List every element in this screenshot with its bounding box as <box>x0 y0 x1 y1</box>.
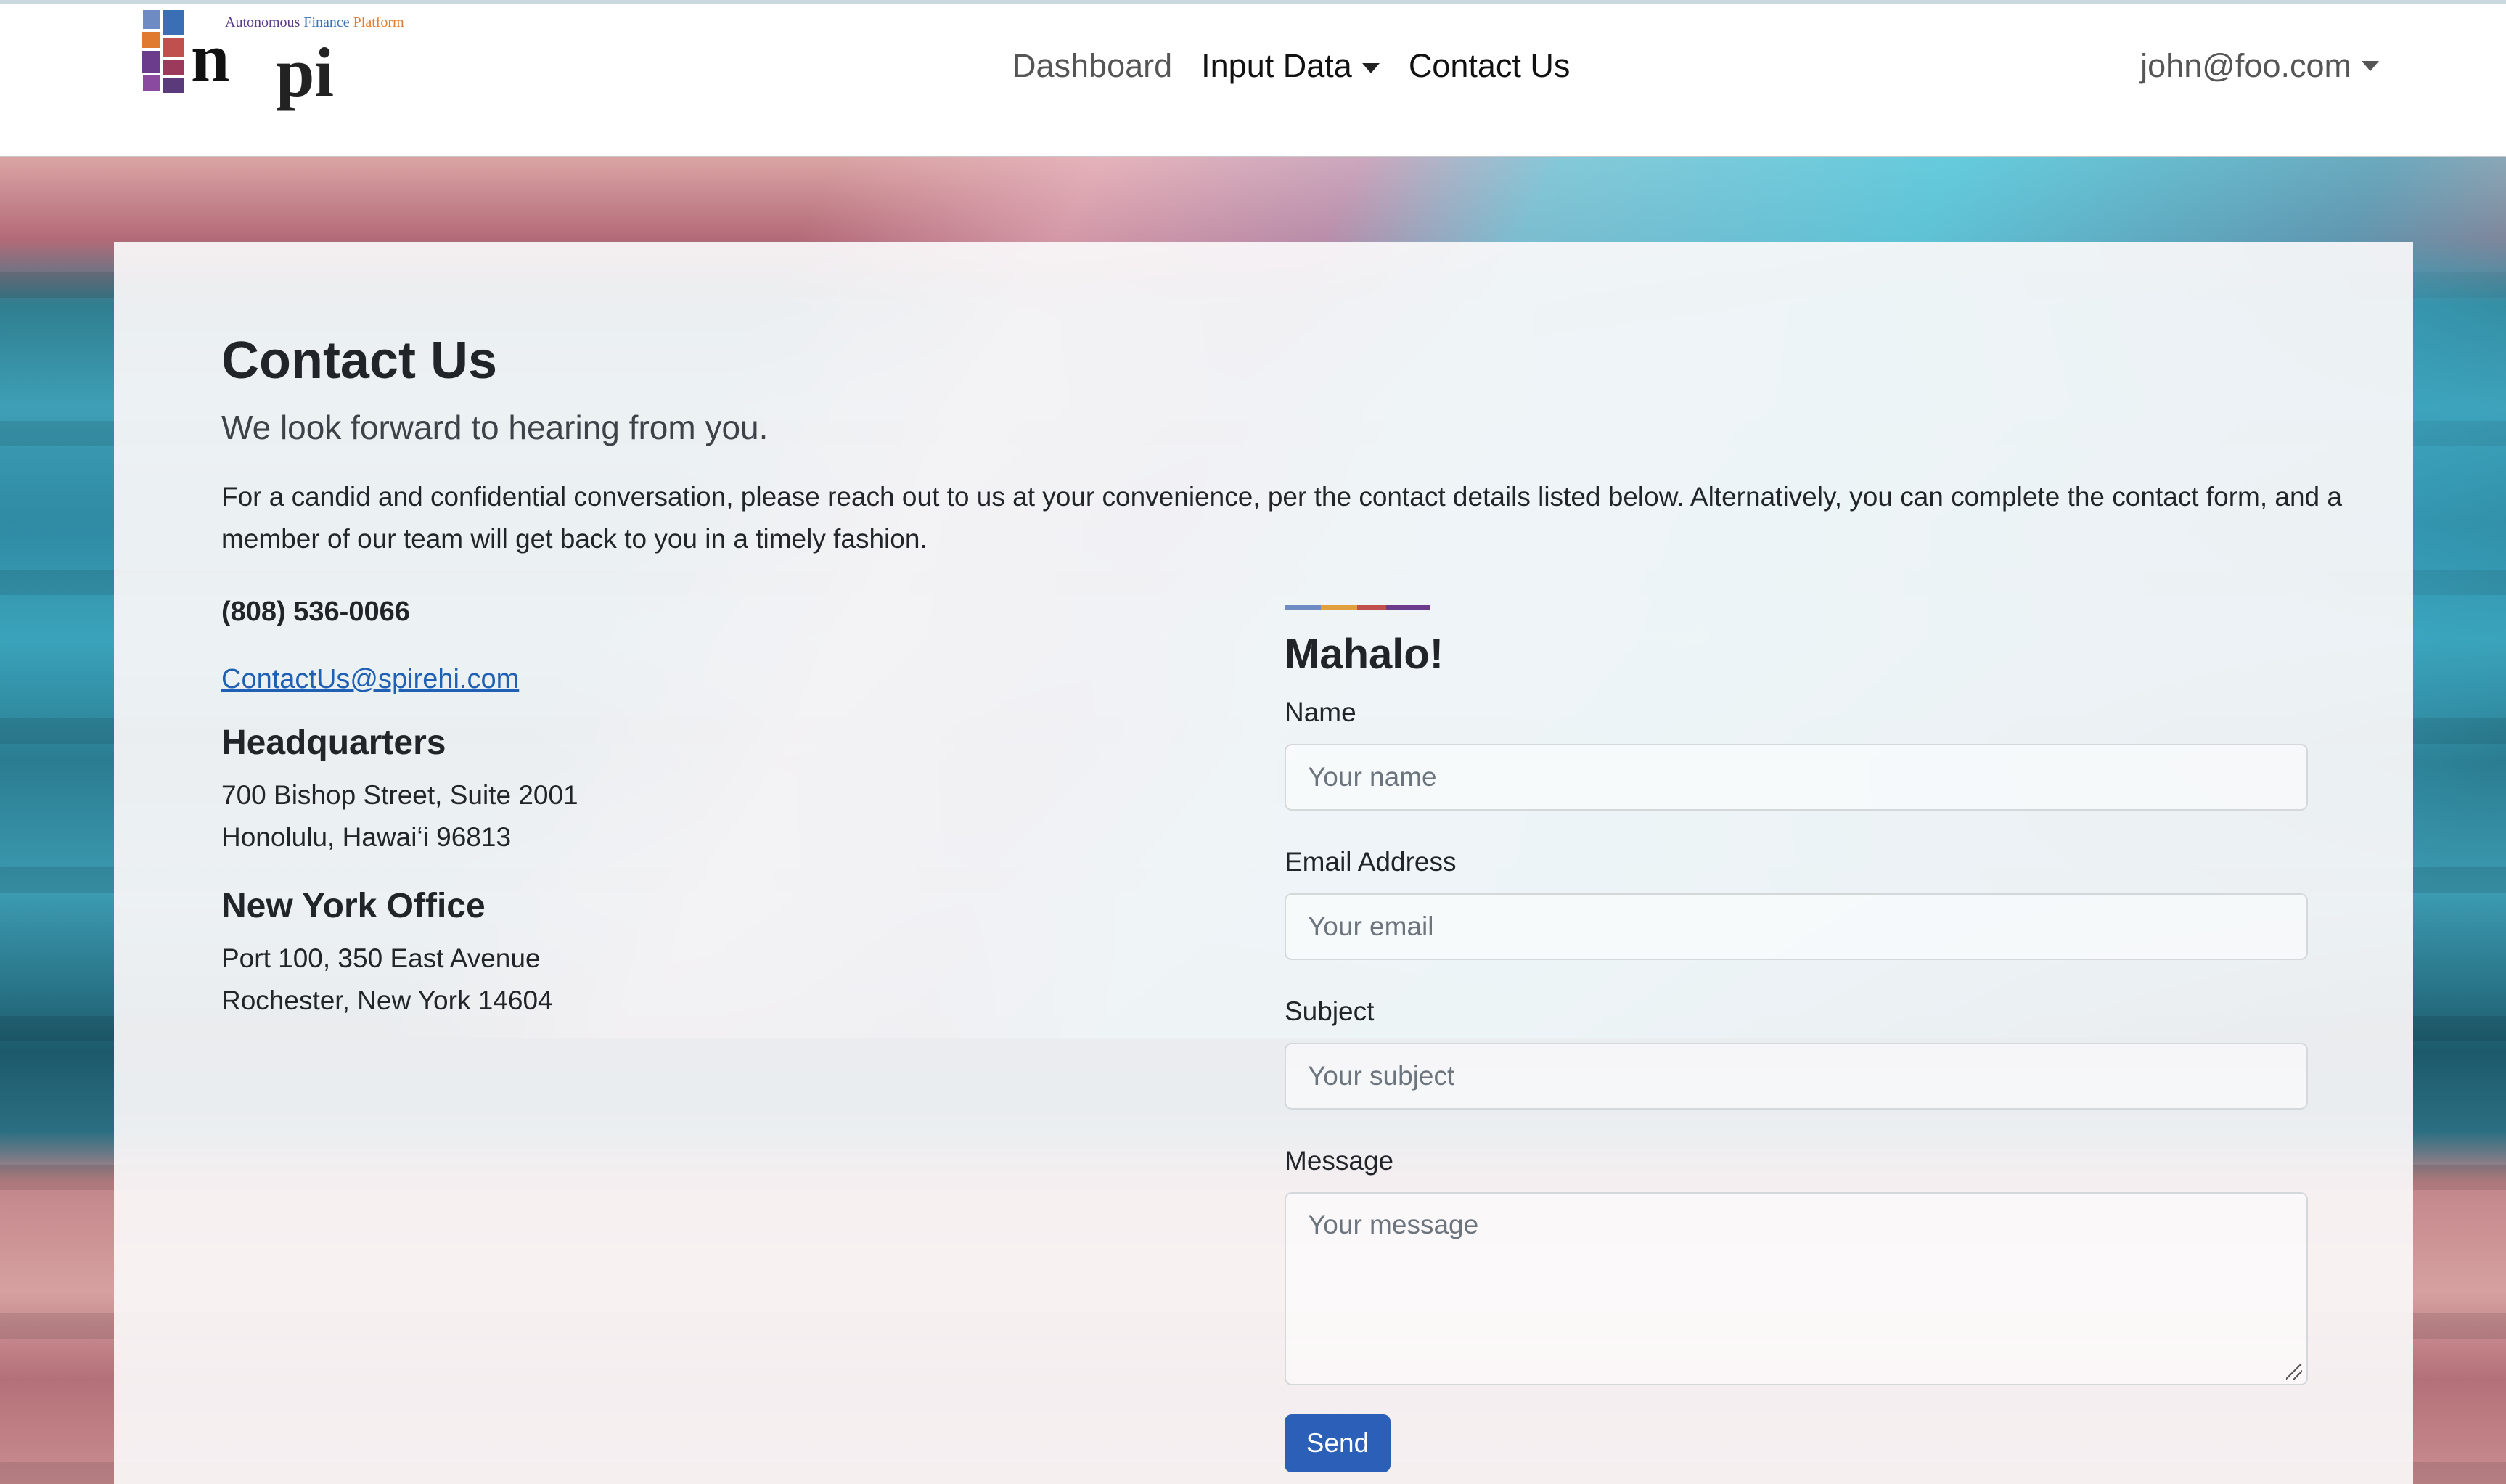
message-label: Message <box>1285 1146 1394 1176</box>
contact-card: Contact Us We look forward to hearing fr… <box>114 242 2413 1484</box>
contact-details: (808) 536-0066 ContactUs@spirehi.com Hea… <box>221 589 1165 1022</box>
nav-contact-us-link[interactable]: Contact Us <box>1409 47 1571 85</box>
logo-letters-pi: pi <box>276 33 335 111</box>
accent-bar <box>1285 605 1430 610</box>
message-textarea[interactable]: Your message <box>1285 1192 2308 1386</box>
name-placeholder: Your name <box>1308 762 1437 792</box>
logo-letter-n: n <box>191 19 230 97</box>
user-email-label: john@foo.com <box>2140 47 2351 84</box>
message-field-group: Message Your message <box>1285 1146 2308 1386</box>
nav-dashboard-link[interactable]: Dashboard <box>1012 47 1172 85</box>
address-line: Rochester, New York 14604 <box>221 985 553 1016</box>
subject-placeholder: Your subject <box>1308 1061 1455 1091</box>
contact-content: Contact Us We look forward to hearing fr… <box>221 329 2342 1473</box>
tagline-word-1: Autonomous <box>225 15 300 30</box>
email-field-group: Email Address Your email <box>1285 847 2308 961</box>
form-title: Mahalo! <box>1285 631 1444 679</box>
address-line: Port 100, 350 East Avenue <box>221 943 541 974</box>
navbar: Autonomous Finance Platform n pi Dashboa… <box>0 0 2506 157</box>
subject-field-group: Subject Your subject <box>1285 996 2308 1110</box>
subject-input[interactable]: Your subject <box>1285 1043 2308 1110</box>
office-title-hq: Headquarters <box>221 723 446 763</box>
email-input[interactable]: Your email <box>1285 893 2308 961</box>
nav-input-data-dropdown[interactable]: Input Data <box>1201 47 1380 85</box>
contact-email-link[interactable]: ContactUs@spirehi.com <box>221 664 519 695</box>
contact-form: Mahalo! Name Your name Email Address You… <box>1285 605 2308 1473</box>
message-placeholder: Your message <box>1308 1210 1479 1240</box>
office-title-ny: New York Office <box>221 887 486 926</box>
chevron-down-icon <box>1361 63 1380 74</box>
email-label: Email Address <box>1285 847 1457 877</box>
subject-label: Subject <box>1285 996 1375 1027</box>
page-lead: We look forward to hearing from you. <box>221 409 769 447</box>
tagline-word-3: Platform <box>353 15 404 30</box>
nav-links: Dashboard Input Data Contact Us <box>1012 41 1599 91</box>
office-address-hq: 700 Bishop Street, Suite 2001 Honolulu, … <box>221 774 1165 858</box>
address-line: Honolulu, Hawai‘i 96813 <box>221 822 512 853</box>
page-intro: For a candid and confidential conversati… <box>221 482 2342 554</box>
phone-number: (808) 536-0066 <box>221 597 410 628</box>
tagline-word-2: Finance <box>303 15 350 30</box>
office-address-ny: Port 100, 350 East Avenue Rochester, New… <box>221 938 1165 1022</box>
page-title: Contact Us <box>221 332 498 390</box>
name-input[interactable]: Your name <box>1285 744 2308 811</box>
nav-input-data-label: Input Data <box>1201 47 1352 84</box>
send-button[interactable]: Send <box>1285 1414 1391 1473</box>
name-label: Name <box>1285 697 1356 728</box>
name-field-group: Name Your name <box>1285 697 2308 811</box>
resize-handle-icon[interactable] <box>2286 1364 2302 1380</box>
logo-mark-icon <box>142 10 184 93</box>
logo-tagline: Autonomous Finance Platform <box>225 15 404 31</box>
brand-logo[interactable]: Autonomous Finance Platform n pi <box>142 10 439 137</box>
email-placeholder: Your email <box>1308 911 1434 942</box>
user-menu-dropdown[interactable]: john@foo.com <box>2140 41 2379 91</box>
address-line: 700 Bishop Street, Suite 2001 <box>221 780 578 811</box>
chevron-down-icon <box>2362 61 2379 71</box>
